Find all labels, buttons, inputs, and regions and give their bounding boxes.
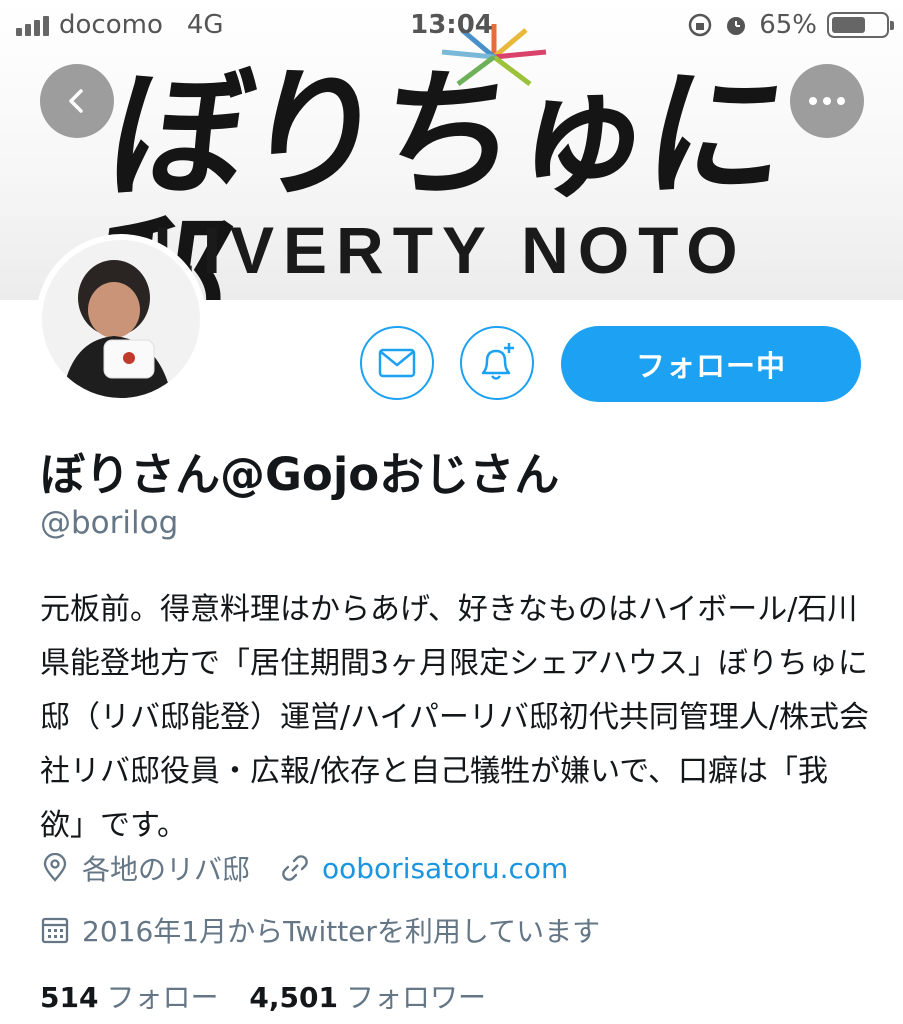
rotation-lock-icon [688,13,712,37]
calendar-icon [41,917,69,944]
battery-icon [827,12,894,38]
notification-button[interactable] [460,326,534,400]
back-button[interactable] [40,64,114,138]
joined-date: 2016年1月からTwitterを利用しています [82,915,601,948]
battery-level-fill [832,17,866,33]
follow-stats: 514 フォロー 4,501 フォロワー [40,976,508,1016]
following-label: フォロー [106,981,219,1014]
profile-bio: 元板前。得意料理はからあげ、好きなものはハイボール/石川県能登地方で「居住期間3… [40,592,870,843]
display-name: ぼりさん@Gojoおじさん [40,448,560,501]
envelope-icon [378,348,416,378]
user-handle: @borilog [40,505,179,541]
profile-avatar[interactable] [36,234,206,404]
alarm-icon [727,17,746,35]
direct-message-button[interactable] [360,326,434,400]
avatar-photo [42,240,200,398]
bell-plus-icon [481,343,514,380]
status-bar: docomo 4G 13:04 65% [0,0,903,50]
website-link[interactable]: ooborisatoru.com [322,852,568,885]
more-dots-icon [809,97,845,105]
followers-stat[interactable]: 4,501 フォロワー [249,981,508,1014]
battery-percent: 65% [759,10,817,40]
following-count: 514 [40,981,99,1014]
location-text: 各地のリバ邸 [82,853,251,886]
followers-label: フォロワー [345,981,486,1014]
profile-meta-location-link: 各地のリバ邸 ooborisatoru.com [40,848,568,888]
more-options-button[interactable] [790,64,864,138]
following-button[interactable]: フォロー中 [561,326,861,402]
link-icon [282,855,308,881]
chevron-left-icon [69,89,83,113]
location-pin-icon [43,853,67,882]
following-stat[interactable]: 514 フォロー [40,981,249,1014]
followers-count: 4,501 [249,981,338,1014]
profile-meta-joined: 2016年1月からTwitterを利用しています [40,910,600,950]
